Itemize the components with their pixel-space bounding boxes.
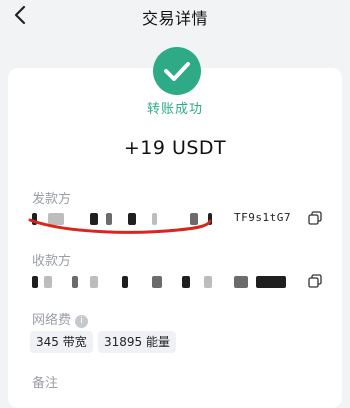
energy-chip: 31895 能量 (98, 331, 176, 353)
redacted-block (152, 276, 162, 288)
redacted-block (122, 276, 128, 288)
redacted-block (182, 276, 190, 288)
redacted-block (44, 276, 52, 288)
fee-label-row: 网络费 i (32, 309, 89, 328)
redacted-block (256, 276, 286, 288)
check-circle-icon (153, 47, 201, 95)
redacted-block (32, 276, 38, 288)
address-tail: TF9s1tG7 (234, 211, 291, 224)
top-nav: 交易详情 (0, 0, 350, 34)
page-title: 交易详情 (141, 9, 208, 28)
redacted-block (90, 276, 98, 288)
receiver-address (32, 273, 322, 291)
redacted-block (204, 276, 212, 288)
red-scribble (28, 218, 212, 234)
bandwidth-chip: 345 带宽 (30, 331, 93, 353)
sender-label: 发款方 (32, 192, 72, 207)
redacted-block (234, 276, 248, 288)
copy-icon[interactable] (308, 274, 322, 288)
memo-label: 备注 (32, 376, 59, 391)
amount-text: +19 USDT (123, 137, 227, 159)
redacted-block (72, 276, 78, 288)
copy-icon[interactable] (308, 211, 322, 225)
fee-label: 网络费 (32, 313, 72, 328)
info-icon[interactable]: i (75, 315, 89, 328)
status-text: 转账成功 (146, 102, 203, 117)
receiver-label: 收款方 (32, 254, 72, 269)
